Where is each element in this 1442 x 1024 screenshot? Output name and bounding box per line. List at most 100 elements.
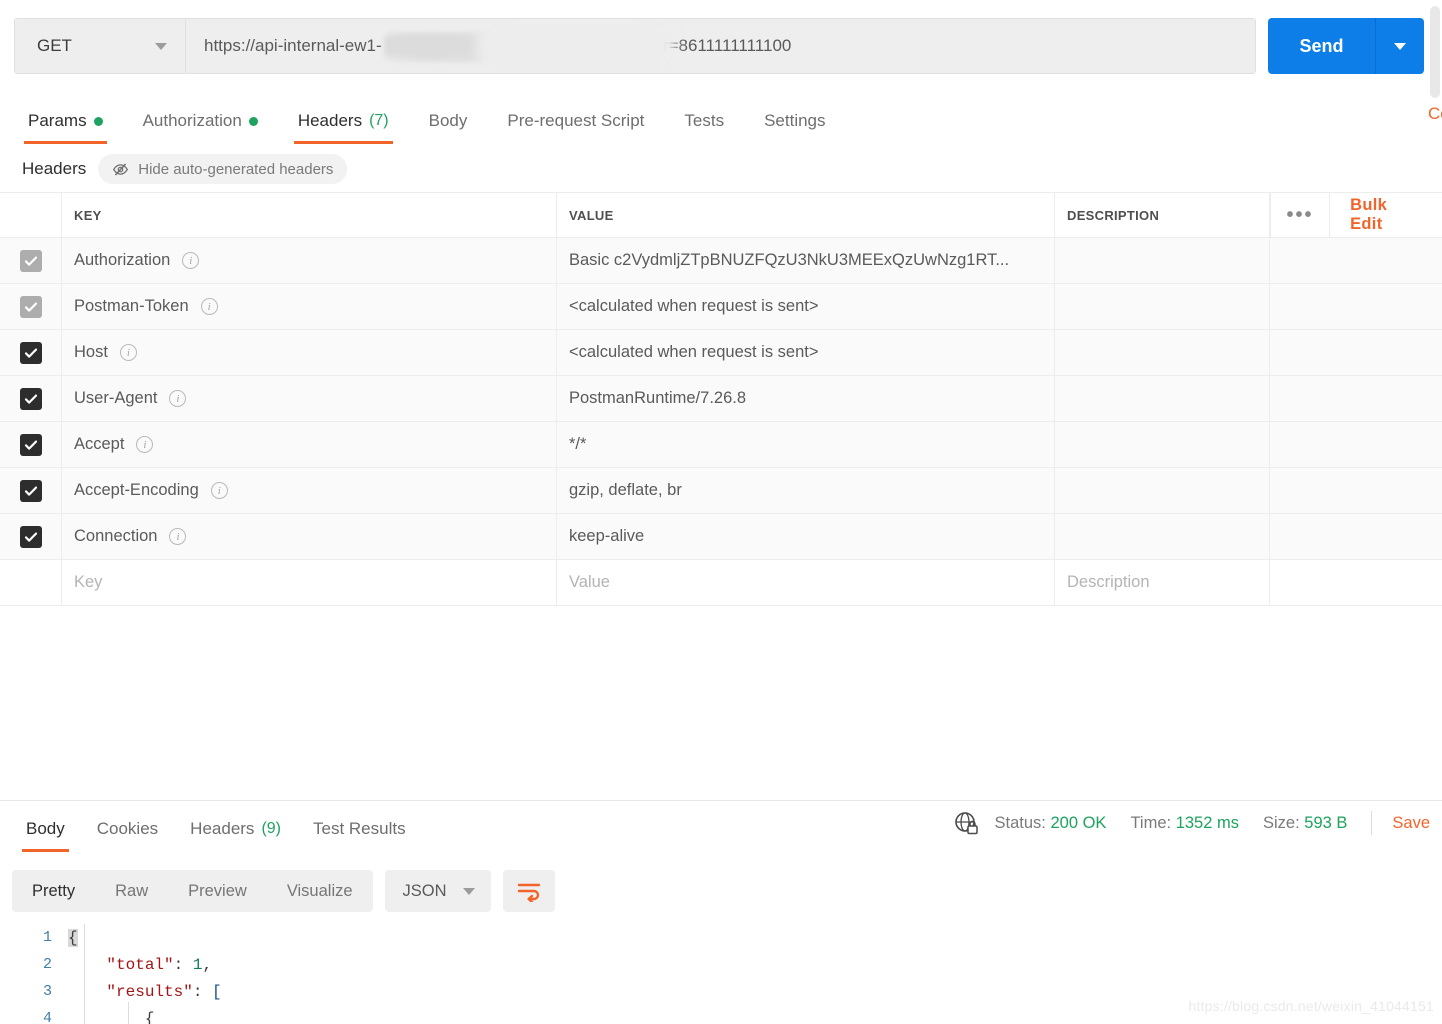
language-select[interactable]: JSON [384,870,491,912]
row-enabled-checkbox[interactable] [19,341,42,364]
header-key-cell[interactable]: User-Agent i [62,376,557,421]
table-row: Accept i */* [0,422,1442,468]
new-description-input[interactable]: Description [1055,560,1270,605]
http-method-select[interactable]: GET [15,19,186,73]
header-description-cell[interactable] [1055,330,1270,375]
select-all-cell [0,193,62,237]
tab-label: Body [428,111,468,130]
header-key-cell[interactable]: Host i [62,330,557,375]
header-key-cell[interactable]: Postman-Token i [62,284,557,329]
meta-divider [1371,811,1373,835]
header-value-cell[interactable]: <calculated when request is sent> [557,284,1055,329]
header-description-cell[interactable] [1055,468,1270,513]
view-preview[interactable]: Preview [168,870,267,912]
size-value: 593 B [1304,813,1348,832]
tab-tests[interactable]: Tests [666,98,742,144]
info-icon[interactable]: i [182,252,200,269]
code-token: "total" [106,955,174,974]
response-tab-body[interactable]: Body [10,806,81,852]
header-description-cell[interactable] [1055,376,1270,421]
header-value-text: <calculated when request is sent> [569,297,819,315]
header-description-cell[interactable] [1055,284,1270,329]
row-checkbox-cell [0,376,62,421]
header-value-cell[interactable]: gzip, deflate, br [557,468,1055,513]
info-icon[interactable]: i [210,482,228,499]
header-key-text: Accept [74,435,125,453]
table-header-row: KEY VALUE DESCRIPTION ••• Bulk Edit [0,192,1442,238]
header-value-cell[interactable]: keep-alive [557,514,1055,559]
response-tab-cookies[interactable]: Cookies [81,806,174,852]
line-content: "results": [ [68,982,222,1001]
header-key-cell[interactable]: Authorization i [62,238,557,283]
row-enabled-checkbox[interactable] [19,479,42,502]
has-content-dot-icon [248,116,258,126]
row-enabled-checkbox[interactable] [19,433,42,456]
line-content: "total": 1, [68,956,212,974]
tab-label: Body [26,819,65,838]
line-number: 1 [42,929,52,946]
tab-pre-request-script[interactable]: Pre-request Script [489,98,662,144]
code-token: [ [212,982,222,1001]
chevron-down-icon [462,887,475,895]
header-description-cell[interactable] [1055,238,1270,283]
info-icon[interactable]: i [200,298,218,315]
url-prefix: https://api-internal-ew1- [204,36,382,55]
view-raw[interactable]: Raw [95,870,168,912]
hide-auto-generated-headers-button[interactable]: Hide auto-generated headers [98,154,348,184]
column-header-key: KEY [62,193,557,237]
row-enabled-checkbox[interactable] [19,249,42,272]
globe-lock-icon[interactable] [953,810,979,836]
info-icon[interactable]: i [136,436,154,453]
header-value-cell[interactable]: */* [557,422,1055,467]
header-key-cell[interactable]: Accept-Encoding i [62,468,557,513]
info-icon[interactable]: i [119,344,137,361]
word-wrap-icon [517,883,540,902]
header-value-cell[interactable]: <calculated when request is sent> [557,330,1055,375]
more-options-icon[interactable]: ••• [1270,193,1331,237]
row-actions [1270,238,1442,283]
tab-authorization[interactable]: Authorization [125,98,276,144]
row-enabled-checkbox[interactable] [19,525,42,548]
vertical-scrollbar[interactable] [1430,6,1440,98]
code-token: : [192,982,213,1001]
tab-body[interactable]: Body [411,98,486,144]
row-checkbox-cell [0,422,62,467]
new-value-input[interactable]: Value [557,560,1055,605]
row-checkbox-cell [0,238,62,283]
send-options-button[interactable] [1376,18,1424,74]
row-enabled-checkbox[interactable] [19,295,42,318]
tab-headers[interactable]: Headers (7) [280,98,407,144]
status-metric: Status: 200 OK [995,814,1107,833]
row-checkbox-cell [0,514,62,559]
bulk-edit-button[interactable]: Bulk Edit [1330,193,1442,237]
code-token: "results" [106,982,193,1001]
view-visualize[interactable]: Visualize [267,870,373,912]
code-line: 2 "total": 1, [0,951,1442,978]
response-meta: Status: 200 OK Time: 1352 ms Size: 593 B… [953,810,1442,836]
url-input[interactable]: https://api-internal-ew1- sms?phone_numb… [186,19,1255,73]
header-key-cell[interactable]: Accept i [62,422,557,467]
row-actions [1270,514,1442,559]
line-number: 3 [42,983,52,1000]
new-key-input[interactable]: Key [62,560,557,605]
header-description-cell[interactable] [1055,514,1270,559]
row-actions [1270,560,1442,605]
send-button[interactable]: Send [1268,18,1376,74]
header-description-cell[interactable] [1055,422,1270,467]
info-icon[interactable]: i [169,390,187,407]
response-tab-test-results[interactable]: Test Results [297,806,422,852]
tab-settings[interactable]: Settings [746,98,843,144]
view-pretty[interactable]: Pretty [12,870,95,912]
header-value-cell[interactable]: Basic c2VydmljZTpBNUZFQzU3NkU3MEExQzUwNz… [557,238,1055,283]
info-icon[interactable]: i [169,528,187,545]
row-enabled-checkbox[interactable] [19,387,42,410]
line-content: { [68,1010,155,1024]
word-wrap-button[interactable] [502,870,555,912]
row-checkbox-cell [0,468,62,513]
save-response-button[interactable]: Save [1392,814,1430,833]
header-value-cell[interactable]: PostmanRuntime/7.26.8 [557,376,1055,421]
response-tab-headers[interactable]: Headers (9) [174,806,297,852]
header-key-cell[interactable]: Connection i [62,514,557,559]
cookies-link[interactable]: Cookies [1428,104,1442,124]
tab-params[interactable]: Params [10,98,121,144]
